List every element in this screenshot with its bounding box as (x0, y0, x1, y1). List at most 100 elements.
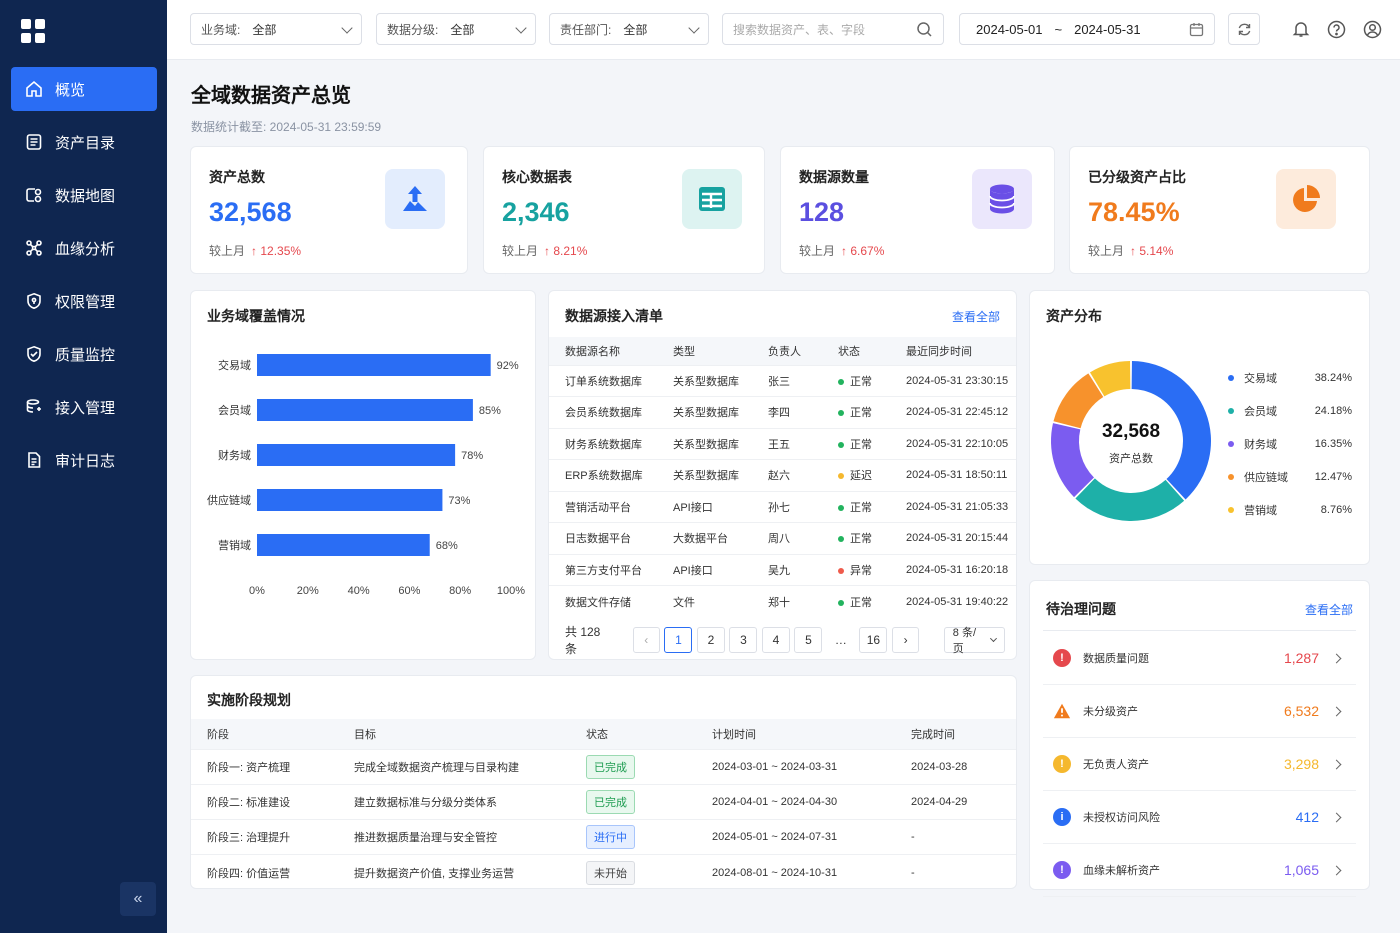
sources-view-all-link[interactable]: 查看全部 (952, 308, 1000, 325)
sidebar-item-quality[interactable]: 质量监控 (11, 332, 157, 376)
legend-label: 会员域 (1244, 406, 1277, 418)
source-status: 异常 (838, 553, 906, 586)
source-status: 延迟 (838, 459, 906, 491)
column-header: 数据源名称 (549, 337, 673, 365)
bar-category-label: 交易域 (218, 358, 251, 372)
kpi-compare-label: 较上月 (209, 244, 246, 258)
sidebar-item-lineage[interactable]: 血缘分析 (11, 226, 157, 270)
pagination-page-button[interactable]: 16 (859, 627, 888, 653)
table-row[interactable]: 日志数据平台 大数据平台 周八 正常 2024-05-31 20:15:44 (549, 522, 1016, 554)
issue-item[interactable]: ! 无负责人资产 3,298 (1043, 738, 1356, 791)
topbar: 业务域: 全部 数据分级: 全部 责任部门: 全部 搜索数据资产、表、字段 20… (167, 0, 1400, 60)
phases-card: 实施阶段规划 阶段 目标 状态 计划时间 完成时间 阶段一: 资产梳理 完成全域数… (190, 675, 1017, 889)
table-row[interactable]: 营销活动平台 API接口 孙七 正常 2024-05-31 21:05:33 (549, 490, 1016, 523)
sidebar-item-access[interactable]: 接入管理 (11, 385, 157, 429)
table-row[interactable]: 财务系统数据库 关系型数据库 王五 正常 2024-05-31 22:10:05 (549, 427, 1016, 460)
pagination-next-button[interactable]: › (891, 627, 920, 653)
pagination-page-button[interactable]: 4 (761, 627, 790, 653)
chevron-right-icon (1331, 706, 1342, 716)
chevron-right-icon (1331, 812, 1342, 822)
sidebar-item-label: 审计日志 (55, 452, 116, 470)
bar-category-label: 供应链域 (207, 493, 251, 507)
notification-button[interactable] (1285, 13, 1317, 45)
table-row[interactable]: 阶段三: 治理提升 推进数据质量治理与安全管控 进行中 2024-05-01 ~ 20… (191, 819, 1016, 855)
table-row[interactable]: 会员系统数据库 关系型数据库 李四 正常 2024-05-31 22:45:12 (549, 396, 1016, 428)
bar-category-label: 营销域 (218, 538, 251, 552)
pagination-page-button[interactable]: 3 (729, 627, 758, 653)
phase-status-cell: 未开始 (586, 854, 712, 888)
source-status: 正常 (838, 585, 906, 617)
source-owner: 赵六 (768, 459, 838, 491)
pagination-page-button[interactable]: … (826, 627, 855, 653)
status-dot (838, 599, 844, 606)
pagination-page-button[interactable]: 2 (696, 627, 725, 653)
divider (1043, 630, 1356, 631)
table-row[interactable]: 数据文件存储 文件 郑十 正常 2024-05-31 19:40:22 (549, 585, 1016, 617)
bar[interactable] (257, 354, 491, 376)
sidebar-item-overview[interactable]: 概览 (11, 67, 157, 111)
shield-check-icon (27, 345, 41, 363)
phase-name: 阶段二: 标准建设 (191, 783, 354, 820)
source-sync-time: 2024-05-31 16:20:18 (906, 553, 1016, 586)
issue-item[interactable]: ! 数据质量问题 1,287 (1043, 632, 1356, 685)
refresh-button[interactable] (1228, 13, 1260, 45)
search-input[interactable]: 搜索数据资产、表、字段 (722, 13, 944, 45)
issue-count: 3,298 (1283, 756, 1319, 772)
sidebar-item-catalog[interactable]: 资产目录 (11, 120, 157, 164)
user-avatar-button[interactable] (1356, 13, 1388, 45)
bar[interactable] (257, 444, 456, 466)
kpi-card-classified-ratio: 已分级资产占比 78.45% 较上月 ↑ 5.14% (1069, 146, 1370, 274)
date-range-picker[interactable]: 2024-05-01 ~ 2024-05-31 (959, 13, 1215, 45)
source-type: API接口 (673, 490, 768, 523)
issues-view-all-link[interactable]: 查看全部 (1305, 601, 1353, 618)
source-name: 会员系统数据库 (549, 396, 673, 428)
chevron-right-icon (1331, 865, 1342, 875)
app-logo-icon[interactable] (21, 19, 45, 43)
donut-slice[interactable] (1075, 478, 1185, 521)
status-badge: 未开始 (586, 860, 635, 885)
pagination-total: 共 128 条 (565, 625, 601, 656)
issue-item[interactable]: 未分级资产 6,532 (1043, 685, 1356, 738)
issues-card: 待治理问题 查看全部 ! 数据质量问题 1,287 未分级资产 6,532! 无负责人资产… (1029, 580, 1370, 897)
dept-filter-label: 责任部门: (560, 22, 612, 37)
help-button[interactable] (1320, 13, 1352, 45)
domain-filter-select[interactable]: 业务域: 全部 (190, 13, 362, 45)
kpi-change: ↑ 5.14% (1130, 244, 1174, 258)
search-icon[interactable] (916, 21, 933, 38)
table-row[interactable]: 阶段二: 标准建设 建立数据标准与分级分类体系 已完成 2024-04-01 ~ 20… (191, 783, 1016, 820)
bar[interactable] (257, 489, 443, 511)
dept-filter-select[interactable]: 责任部门: 全部 (549, 13, 709, 45)
issue-item[interactable]: i 未授权访问风险 412 (1043, 791, 1356, 844)
source-owner: 郑十 (768, 585, 838, 617)
kpi-value: 2,346 (502, 197, 570, 227)
table-row[interactable]: 阶段一: 资产梳理 完成全域数据资产梳理与目录构建 已完成 2024-03-01 ~ … (191, 748, 1016, 785)
kpi-change: ↑ 6.67% (841, 244, 885, 258)
table-row[interactable]: 订单系统数据库 关系型数据库 张三 正常 2024-05-31 23:30:15 (549, 364, 1016, 397)
level-filter-select[interactable]: 数据分级: 全部 (376, 13, 536, 45)
bar[interactable] (257, 399, 473, 421)
pagination-page-button[interactable]: 5 (794, 627, 823, 653)
status-text: 异常 (850, 564, 872, 577)
sidebar-item-permission[interactable]: 权限管理 (11, 279, 157, 323)
pagination: 共 128 条 ‹ 1 2 3 4 5… 16 › 8 条/页 (565, 625, 1005, 656)
table-row[interactable]: ERP系统数据库 关系型数据库 赵六 延迟 2024-05-31 18:50:11 (549, 459, 1016, 491)
source-sync-time: 2024-05-31 21:05:33 (906, 490, 1016, 523)
x-tick-label: 0% (249, 585, 265, 597)
sidebar-item-datamap[interactable]: 数据地图 (11, 173, 157, 217)
table-row[interactable]: 第三方支付平台 API接口 吴九 异常 2024-05-31 16:20:18 (549, 553, 1016, 586)
status-badge: 已完成 (586, 754, 635, 779)
x-tick-label: 80% (449, 585, 471, 597)
issue-item[interactable]: ! 血缘未解析资产 1,065 (1043, 844, 1356, 897)
phase-name: 阶段四: 价值运营 (191, 854, 354, 888)
pagination-prev-button[interactable]: ‹ (632, 627, 660, 653)
kpi-value: 78.45% (1088, 197, 1180, 227)
column-header: 目标 (354, 719, 586, 749)
legend-item: 会员域 24.18% (1228, 403, 1352, 419)
sidebar-item-audit[interactable]: 审计日志 (11, 438, 157, 482)
bar[interactable] (257, 534, 430, 556)
sidebar-collapse-button[interactable]: « (120, 882, 156, 916)
page-size-select[interactable]: 8 条/页 (943, 627, 1005, 655)
chevron-down-icon (515, 22, 527, 34)
table-row[interactable]: 阶段四: 价值运营 提升数据资产价值, 支撑业务运营 未开始 2024-08-01 ~… (191, 854, 1016, 888)
pagination-page-button[interactable]: 1 (664, 627, 693, 653)
